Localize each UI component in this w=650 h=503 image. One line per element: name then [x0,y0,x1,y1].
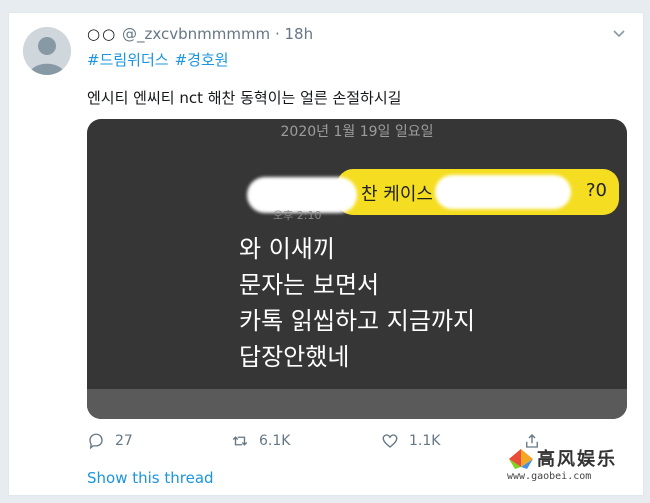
chat-date-banner: 2020년 1월 19일 일요일 [280,124,434,140]
hashtag-list: #드림위더스 #경호원 [87,49,235,70]
reply-button[interactable]: 27 [87,432,133,450]
incoming-line: 카톡 읽씹하고 지금까지 [239,307,476,335]
watermark-url: www.gaobei.com [507,471,592,482]
display-name[interactable]: ○○ [87,25,117,43]
tweet-header: ○○ @_zxcvbnmmmmm · 18h [87,25,313,43]
hashtag-link[interactable]: #드림위더스 [87,51,169,69]
watermark: 高风娱乐 www.gaobei.com [507,443,639,489]
chevron-down-icon[interactable] [611,25,627,41]
like-button[interactable]: 1.1K [381,432,440,450]
incoming-line: 와 이새끼 [239,235,335,263]
retweet-icon [232,436,248,446]
incoming-line: 문자는 보면서 [239,271,380,299]
like-count: 1.1K [409,433,441,449]
chat-timestamp: 오후 2:10 [273,209,322,222]
show-thread-link[interactable]: Show this thread [87,469,214,487]
watermark-brand: 高风娱乐 [537,449,617,470]
incoming-line: 답장안했네 [239,343,350,371]
user-handle[interactable]: @_zxcvbnmmmmm [122,25,270,43]
outgoing-text-fragment: ?0 [585,180,607,201]
retweet-button[interactable]: 6.1K [231,432,290,450]
heart-icon [382,434,398,448]
tweet-text: 엔시티 엔씨티 nct 해찬 동혁이는 얼른 손절하시길 [87,89,402,107]
header-separator: · [274,25,280,43]
chat-input-strip [87,389,627,419]
reply-count: 27 [115,433,133,449]
avatar[interactable] [23,27,71,75]
reply-icon [89,433,103,450]
outgoing-text-fragment: 찬 케이스 [361,184,433,205]
hashtag-link[interactable]: #경호원 [175,51,229,69]
retweet-count: 6.1K [259,433,291,449]
tweet-time[interactable]: 18h [285,25,314,43]
tweet-card[interactable]: ○○ @_zxcvbnmmmmm · 18h #드림위더스 #경호원 엔시티 엔씨… [8,12,644,496]
redaction-mark [435,175,571,209]
incoming-message: 와 이새끼 문자는 보면서 카톡 읽씹하고 지금까지 답장안했네 [239,231,475,375]
tweet-media-image[interactable]: 2020년 1월 19일 일요일 찬 케이스 ?0 오후 2:10 와 이새끼 … [87,119,627,419]
watermark-logo-icon [509,449,533,469]
